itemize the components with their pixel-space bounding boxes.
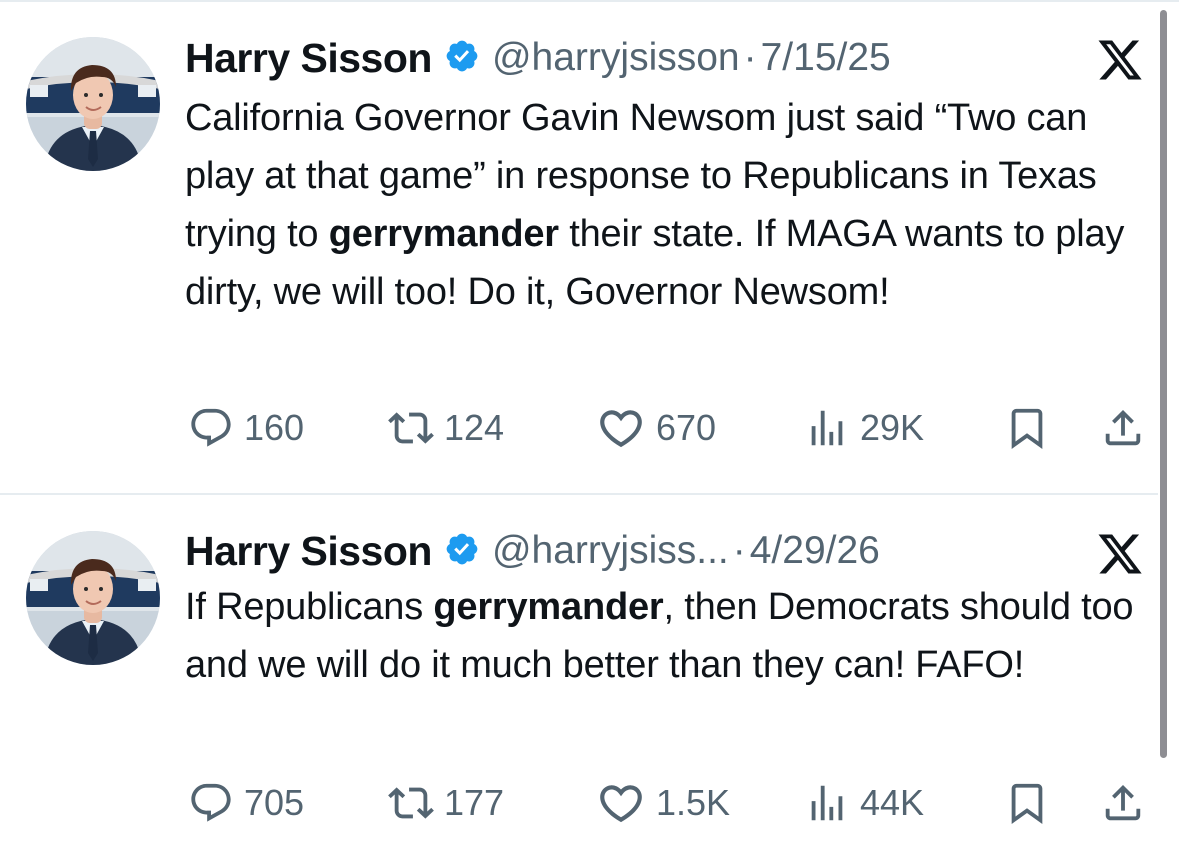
share-button[interactable]: [1100, 773, 1146, 833]
reply-button[interactable]: 160: [188, 398, 304, 458]
like-count: 670: [656, 407, 717, 448]
verified-badge-icon: [444, 38, 480, 79]
view-count: 44K: [860, 782, 925, 823]
speech-bubble-icon: [188, 405, 234, 451]
tweet-text: California Governor Gavin Newsom just sa…: [185, 89, 1145, 321]
author-name[interactable]: Harry Sisson: [185, 528, 432, 575]
bookmark-button[interactable]: [1004, 773, 1050, 833]
x-logo-icon: [1094, 36, 1146, 84]
repost-count: 177: [444, 782, 505, 823]
view-count: 29K: [860, 407, 925, 448]
bookmark-button[interactable]: [1004, 398, 1050, 458]
avatar[interactable]: [26, 531, 160, 665]
tweet-header: Harry Sisson @harryjsisson · 7/15/25: [185, 28, 891, 88]
tweet-text: If Republicans gerrymander, then Democra…: [185, 578, 1145, 694]
like-button[interactable]: 1.5K: [596, 773, 730, 833]
repost-arrows-icon: [388, 780, 434, 826]
avatar[interactable]: [26, 37, 160, 171]
bookmark-icon: [1004, 405, 1050, 451]
action-bar: 160 124 670 29K: [0, 398, 1179, 458]
author-name[interactable]: Harry Sisson: [185, 35, 432, 82]
heart-icon: [596, 778, 646, 828]
action-bar: 705 177 1.5K 44K: [0, 773, 1179, 833]
views-button[interactable]: 44K: [804, 773, 924, 833]
views-button[interactable]: 29K: [804, 398, 924, 458]
tweet-text-part: If Republicans: [185, 586, 434, 628]
separator-dot: ·: [743, 36, 757, 79]
speech-bubble-icon: [188, 780, 234, 826]
tweet-text-bold: gerrymander: [433, 586, 664, 628]
reply-button[interactable]: 705: [188, 773, 304, 833]
bar-chart-icon: [804, 405, 850, 451]
author-handle[interactable]: @harryjsisson: [492, 36, 740, 80]
author-handle[interactable]: @harryjsiss...: [492, 529, 729, 573]
bar-chart-icon: [804, 780, 850, 826]
share-upload-icon: [1100, 405, 1146, 451]
heart-icon: [596, 403, 646, 453]
verified-badge-icon: [444, 531, 480, 572]
repost-count: 124: [444, 407, 505, 448]
separator-dot: ·: [732, 529, 746, 572]
reply-count: 705: [244, 782, 305, 823]
scrollbar[interactable]: [1160, 10, 1167, 758]
repost-button[interactable]: 124: [388, 398, 504, 458]
tweet-card[interactable]: Harry Sisson @harryjsiss... · 4/29/26 If…: [0, 495, 1179, 860]
repost-button[interactable]: 177: [388, 773, 504, 833]
like-button[interactable]: 670: [596, 398, 716, 458]
tweet-text-bold: gerrymander: [328, 213, 559, 255]
x-logo-icon: [1094, 530, 1146, 578]
tweet-date[interactable]: 7/15/25: [761, 36, 891, 80]
bookmark-icon: [1004, 780, 1050, 826]
share-button[interactable]: [1100, 398, 1146, 458]
repost-arrows-icon: [388, 405, 434, 451]
tweet-date[interactable]: 4/29/26: [750, 529, 880, 573]
tweet-header: Harry Sisson @harryjsiss... · 4/29/26: [185, 521, 880, 581]
tweet-card[interactable]: Harry Sisson @harryjsisson · 7/15/25 Cal…: [0, 0, 1179, 493]
share-upload-icon: [1100, 780, 1146, 826]
like-count: 1.5K: [656, 782, 731, 823]
reply-count: 160: [244, 407, 305, 448]
